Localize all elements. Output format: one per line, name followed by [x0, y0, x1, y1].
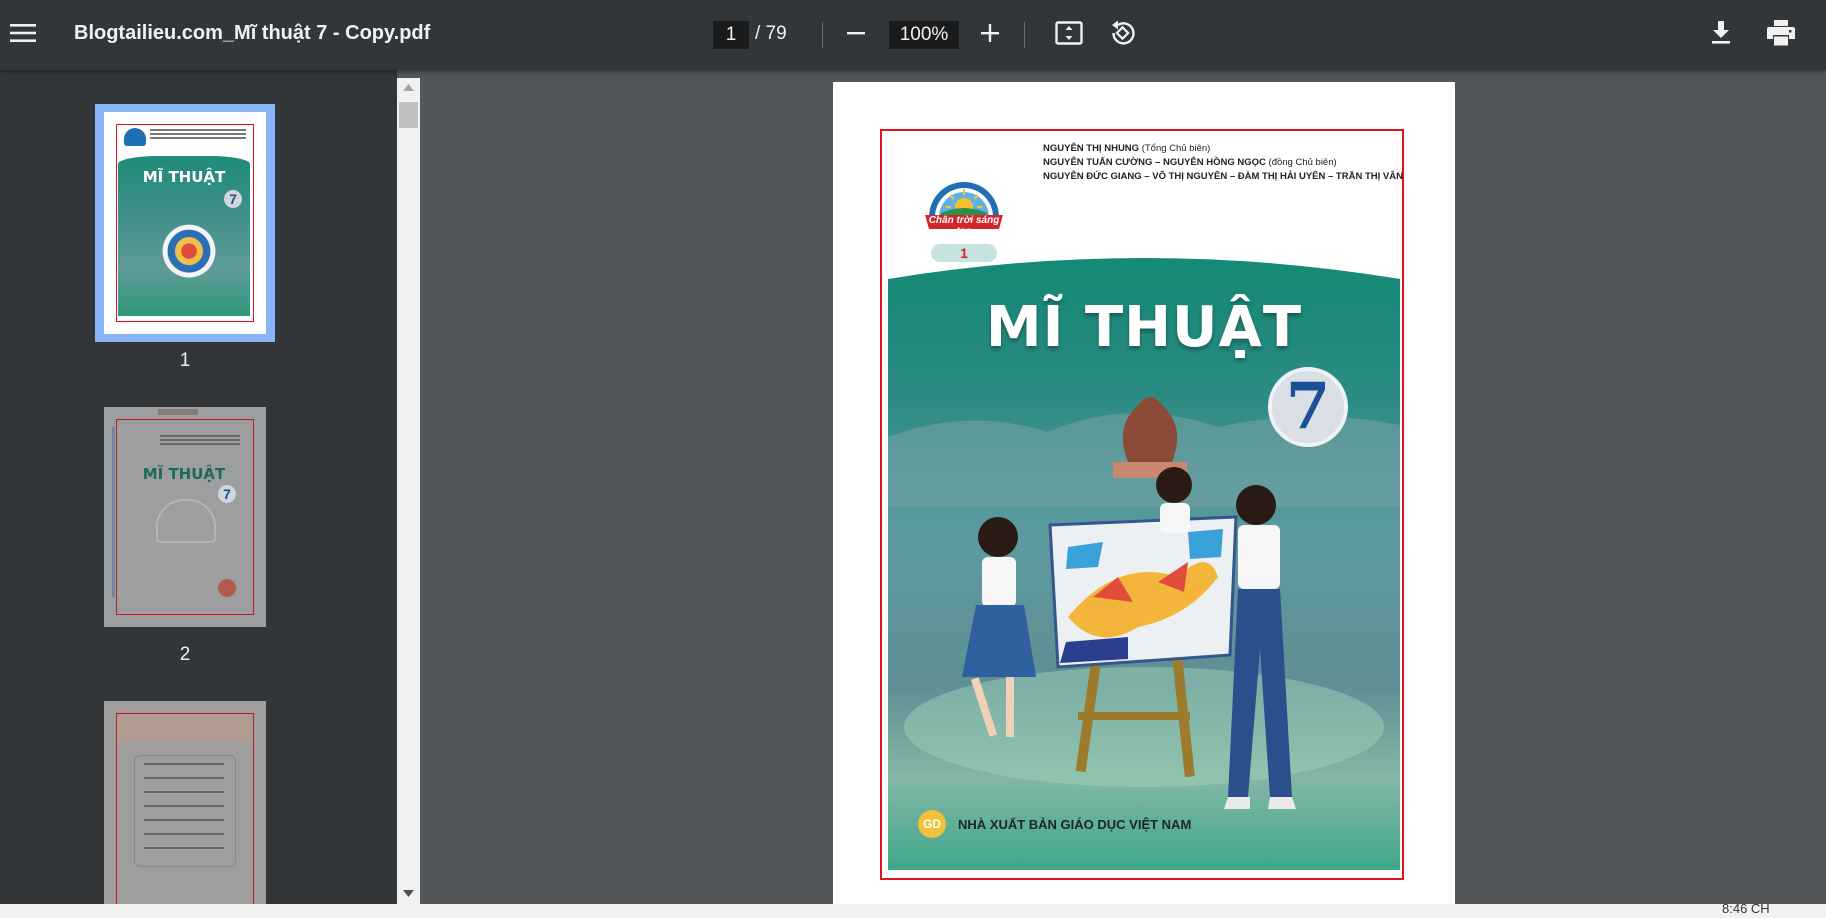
scroll-up-arrow-icon[interactable]: [403, 84, 414, 91]
author-line: NGUYỄN TUẤN CƯỜNG – NGUYỄN HỒNG NGỌC: [1043, 157, 1266, 168]
plus-icon: [981, 23, 999, 47]
publisher-name: NHÀ XUẤT BẢN GIÁO DỤC VIỆT NAM: [958, 817, 1192, 832]
fit-to-page-button[interactable]: [1047, 13, 1091, 57]
download-icon: [1710, 20, 1732, 50]
thumbnail-margin-text: [112, 427, 115, 597]
page-total: / 79: [755, 23, 787, 44]
thumbnail-stamp: [218, 579, 236, 597]
author-role: (đồng Chủ biên): [1268, 157, 1337, 168]
print-button[interactable]: [1759, 13, 1803, 57]
author-list: NGUYỄN THỊ NHUNG (Tổng Chủ biên) NGUYỄN …: [1043, 142, 1403, 184]
thumbnail-page-3[interactable]: [104, 701, 266, 904]
grade-number: 7: [1285, 369, 1331, 444]
fit-page-icon: [1055, 20, 1083, 50]
thumbnail-grade-badge: 7: [218, 485, 236, 503]
rotate-button[interactable]: [1101, 13, 1145, 57]
thumbnail-logo: [124, 128, 146, 146]
publisher-logo: GD: [918, 810, 946, 838]
zoom-out-button[interactable]: [834, 13, 878, 57]
thumbnail-logo-watermark: [156, 499, 216, 543]
menu-button[interactable]: [1, 13, 45, 57]
thumbnail-page-1[interactable]: MĨ THUẬT 7: [104, 112, 266, 334]
print-icon: [1767, 19, 1795, 51]
thumbnail-title: MĨ THUẬT: [142, 465, 226, 483]
scroll-down-arrow-icon[interactable]: [403, 890, 414, 897]
thumbnail-page-2[interactable]: MĨ THUẬT 7: [104, 407, 266, 627]
pdf-toolbar: Blogtailieu.com_Mĩ thuật 7 - Copy.pdf 1 …: [0, 0, 1826, 70]
zoom-level-input[interactable]: 100%: [889, 21, 959, 49]
author-line: NGUYỄN ĐỨC GIANG – VÕ THỊ NGUYÊN – ĐÀM T…: [1043, 171, 1403, 182]
thumbnail-text-lines: [144, 763, 224, 765]
sidebar-scrollbar[interactable]: [397, 78, 420, 904]
thumbnail-authors: [150, 129, 246, 131]
page-number-input[interactable]: 1: [713, 21, 749, 49]
thumbnail-image: MĨ THUẬT 7: [104, 112, 266, 334]
thumbnail-authors: [160, 435, 240, 437]
bottom-strip: 8:46 CH: [0, 901, 1826, 918]
thumbnail-watermark: [158, 409, 198, 415]
cover-art: MĨ THUẬT 7 GD NHÀ XUẤT BẢN GIÁO DỤC VIỆT…: [888, 257, 1400, 870]
thumbnail-illustration: [144, 216, 234, 294]
thumbnail-header-band: [118, 715, 250, 741]
toolbar-divider: [1024, 22, 1025, 48]
series-logo-text: Chân trời sáng tạo: [928, 215, 1000, 237]
minus-icon: [847, 24, 865, 47]
pdf-page-1: Chân trời sáng tạo 1 NGUYỄN THỊ NHUNG (T…: [833, 82, 1455, 918]
thumbnail-image: [104, 701, 266, 904]
document-title: Blogtailieu.com_Mĩ thuật 7 - Copy.pdf: [74, 22, 431, 44]
publisher-series-logo: Chân trời sáng tạo: [923, 167, 1005, 247]
thumbnail-page-number: 1: [179, 350, 191, 371]
thumbnail-title: MĨ THUẬT: [142, 168, 226, 186]
thumbnail-grade-badge: 7: [224, 190, 242, 208]
scrollbar-thumb[interactable]: [399, 102, 418, 128]
author-line: NGUYỄN THỊ NHUNG: [1043, 143, 1140, 154]
thumbnail-page-number: 2: [179, 644, 191, 665]
toolbar-divider: [822, 22, 823, 48]
thumbnail-image: MĨ THUẬT 7: [104, 407, 266, 627]
author-role: (Tổng Chủ biên): [1141, 143, 1211, 154]
download-button[interactable]: [1699, 13, 1743, 57]
thumbnail-guide-box: [134, 755, 236, 867]
menu-icon: [10, 23, 36, 48]
cover-title: MĨ THUẬT: [985, 295, 1303, 360]
rotate-icon: [1109, 19, 1137, 52]
clock-text: 8:46 CH: [1722, 901, 1770, 916]
zoom-in-button[interactable]: [968, 13, 1012, 57]
